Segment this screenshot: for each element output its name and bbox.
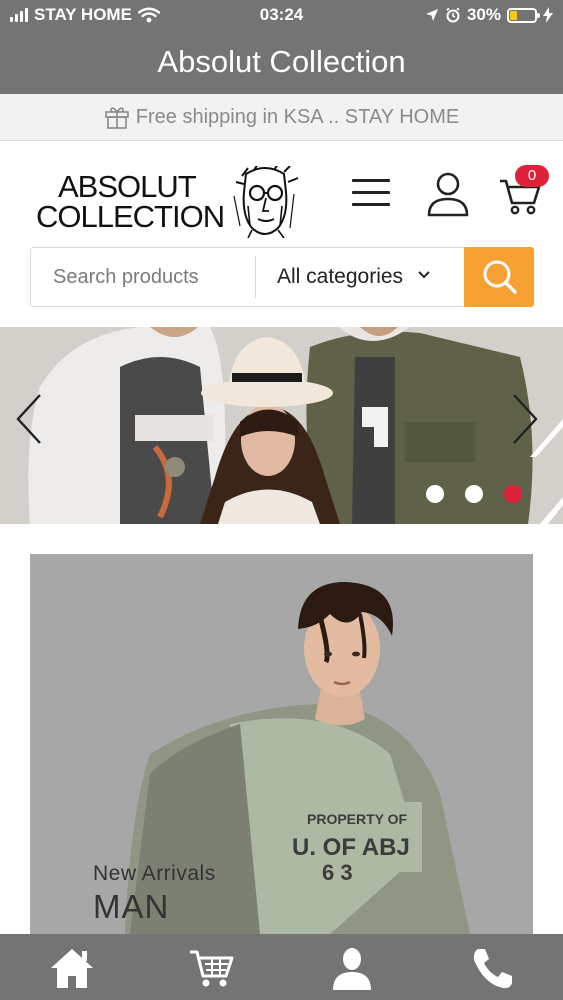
shipping-banner: Free shipping in KSA .. STAY HOME: [0, 94, 563, 141]
logo-face-icon: [228, 166, 302, 238]
user-icon[interactable]: [426, 171, 470, 217]
battery-icon: [507, 7, 540, 23]
search-input[interactable]: [31, 248, 255, 306]
category-title: MAN: [93, 888, 170, 925]
bottom-nav: [0, 934, 563, 1000]
phone-icon[interactable]: [469, 946, 515, 990]
shipping-text: Free shipping in KSA .. STAY HOME: [135, 105, 460, 128]
svg-text:PROPERTY OF: PROPERTY OF: [307, 811, 408, 827]
user-icon[interactable]: [329, 946, 375, 990]
app-title: Absolut Collection: [157, 44, 406, 79]
category-select[interactable]: All categories: [257, 248, 463, 306]
gift-icon: [104, 107, 129, 129]
battery-percent: 30%: [466, 5, 501, 24]
search-icon: [483, 260, 517, 294]
category-card-man[interactable]: PROPERTY OF U. OF ABJ 6 3 New Arrivals M…: [30, 554, 533, 934]
status-bar: STAY HOME 03:24 30%: [0, 0, 563, 30]
cart-icon[interactable]: [188, 946, 234, 990]
hero-slider[interactable]: [0, 327, 563, 524]
chevron-down-icon: [418, 271, 430, 279]
search-bar: All categories: [30, 247, 534, 307]
slider-dot-1[interactable]: [426, 485, 444, 503]
svg-text:6 3: 6 3: [322, 860, 353, 885]
charging-icon: [543, 7, 553, 23]
location-icon: [425, 9, 438, 21]
slider-dot-2[interactable]: [465, 485, 483, 503]
brand-logo[interactable]: ABSOLUT COLLECTION: [36, 166, 306, 241]
hamburger-icon[interactable]: [352, 179, 390, 209]
cart-count-badge: 0: [515, 165, 549, 187]
category-kicker: New Arrivals: [93, 862, 216, 885]
home-icon[interactable]: [49, 946, 95, 990]
chevron-left-icon[interactable]: [14, 393, 44, 445]
search-divider: [255, 256, 256, 298]
category-select-value: All categories: [277, 265, 404, 288]
app-title-bar: Absolut Collection: [0, 30, 563, 94]
logo-wordmark: ABSOLUT COLLECTION: [36, 169, 225, 234]
svg-text:U. OF ABJ: U. OF ABJ: [292, 834, 410, 861]
store-header: ABSOLUT COLLECTION Search products All c…: [0, 141, 563, 327]
chevron-right-icon[interactable]: [510, 393, 540, 445]
search-button[interactable]: [464, 247, 534, 307]
app-screen: STAY HOME 03:24 30% Absolut Collection F…: [0, 0, 563, 1000]
slider-dot-3[interactable]: [504, 485, 522, 503]
alarm-icon: [446, 7, 460, 23]
